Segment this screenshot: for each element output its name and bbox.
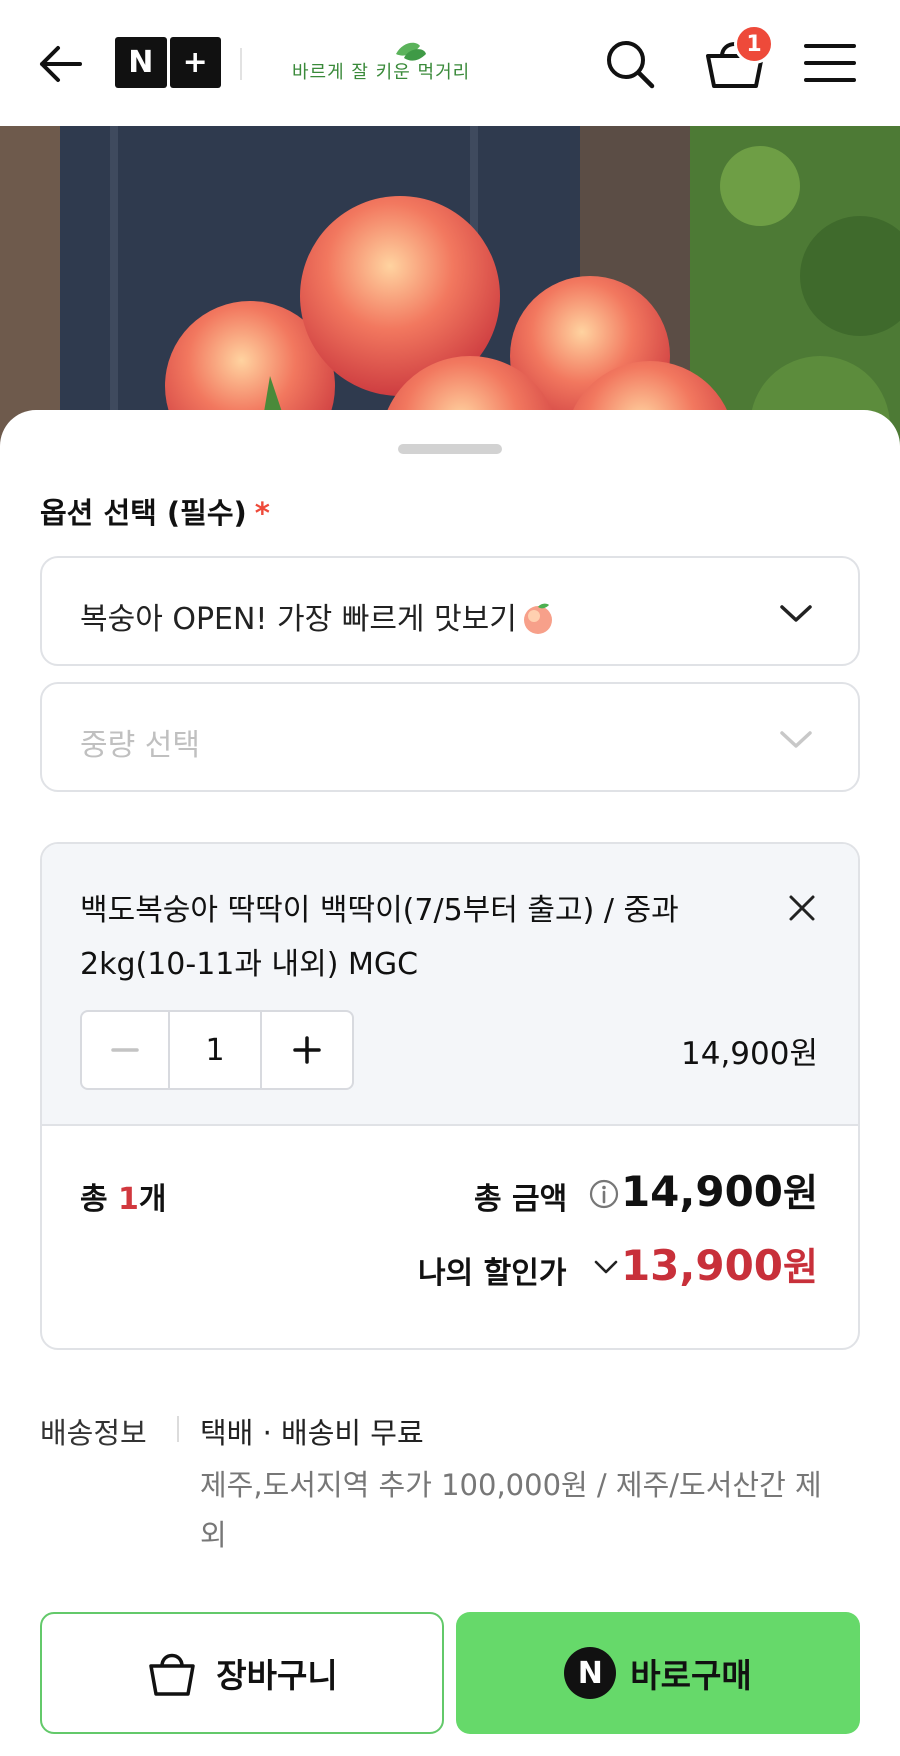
chevron-down-icon: [776, 598, 816, 628]
add-to-cart-label: 장바구니: [216, 1656, 338, 1695]
option-select-value: 복숭아 OPEN! 가장 빠르게 맛보기: [80, 602, 517, 637]
discount-amount: 13,900원: [621, 1236, 818, 1291]
logo-plus: +: [169, 37, 221, 88]
add-to-cart-button[interactable]: 장바구니: [40, 1612, 444, 1734]
search-icon[interactable]: [602, 36, 658, 92]
option-section-title: 옵션 선택 (필수) *: [40, 490, 270, 532]
option-title-text: 옵션 선택 (필수): [40, 496, 247, 530]
close-icon[interactable]: [786, 892, 818, 924]
chevron-down-icon: [776, 724, 816, 754]
hamburger-menu-icon[interactable]: [800, 40, 860, 86]
total-count-suffix: 개: [138, 1182, 167, 1217]
logo-n: N: [115, 37, 167, 88]
total-amount-unit: 원: [783, 1171, 818, 1215]
selected-item-price: 14,900원: [681, 1036, 818, 1072]
total-count-value: 1: [118, 1182, 139, 1217]
decrease-quantity-button[interactable]: [82, 1012, 170, 1088]
sheet-drag-handle[interactable]: [398, 444, 502, 454]
selected-item-card: 백도복숭아 딱딱이 백딱이(7/5부터 출고) / 중과 2kg(10-11과 …: [40, 842, 860, 1350]
delivery-method: 택배 · 배송비 무료: [200, 1416, 424, 1450]
total-amount: 14,900원: [621, 1162, 818, 1217]
my-discount-price-toggle[interactable]: 나의 할인가: [418, 1248, 566, 1292]
required-mark: *: [254, 496, 270, 530]
top-app-bar: N + 바르게 잘 키운 먹거리 1: [0, 0, 900, 126]
naver-pay-icon: N: [564, 1647, 617, 1699]
total-count: 총 1개: [80, 1174, 167, 1218]
delivery-extra-fee-note: 제주,도서지역 추가 100,000원 / 제주/도서산간 제외: [200, 1468, 822, 1552]
header-divider: [240, 48, 242, 80]
weight-select[interactable]: 중량 선택: [40, 682, 860, 792]
option-select-value-row: 복숭아 OPEN! 가장 빠르게 맛보기: [80, 594, 557, 638]
weight-select-placeholder: 중량 선택: [80, 728, 200, 763]
buy-now-button[interactable]: N 바로구매: [456, 1612, 860, 1734]
delivery-divider: [177, 1416, 179, 1442]
selected-item-detail: 백도복숭아 딱딱이 백딱이(7/5부터 출고) / 중과 2kg(10-11과 …: [42, 844, 858, 1126]
cart-count-badge: 1: [734, 24, 774, 64]
increase-quantity-button[interactable]: [262, 1012, 352, 1088]
discount-amount-unit: 원: [783, 1245, 818, 1289]
chevron-down-icon[interactable]: [592, 1256, 620, 1278]
purchase-bottom-sheet: 옵션 선택 (필수) * 복숭아 OPEN! 가장 빠르게 맛보기 중량 선택 백…: [0, 410, 900, 1756]
shopping-bag-icon: [149, 1653, 196, 1696]
info-icon[interactable]: [588, 1178, 620, 1210]
total-count-prefix: 총: [80, 1182, 119, 1217]
store-logo-text: 바르게 잘 키운 먹거리: [292, 62, 471, 83]
delivery-info-label: 배송정보: [40, 1416, 147, 1450]
buy-now-label: 바로구매: [630, 1656, 752, 1695]
store-logo[interactable]: 바르게 잘 키운 먹거리: [292, 36, 469, 86]
back-arrow-icon[interactable]: [36, 40, 84, 88]
total-amount-value: 14,900: [620, 1167, 784, 1216]
selected-item-name: 백도복숭아 딱딱이 백딱이(7/5부터 출고) / 중과 2kg(10-11과 …: [80, 893, 679, 982]
quantity-stepper: 1: [80, 1010, 354, 1090]
peach-icon: [519, 601, 557, 635]
option-select[interactable]: 복숭아 OPEN! 가장 빠르게 맛보기: [40, 556, 860, 666]
discount-amount-value: 13,900: [620, 1241, 784, 1290]
naver-plus-logo[interactable]: N +: [115, 37, 221, 88]
total-amount-label: 총 금액: [474, 1182, 568, 1217]
quantity-value[interactable]: 1: [170, 1012, 262, 1088]
